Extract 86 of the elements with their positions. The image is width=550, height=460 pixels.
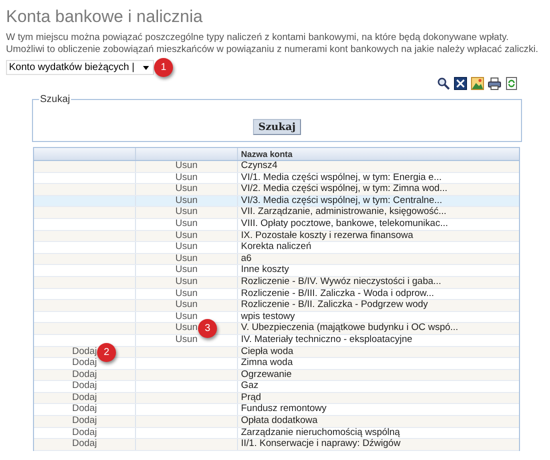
account-name: II/1. Konserwacje i naprawy: Dźwigów: [241, 438, 400, 450]
add-link[interactable]: Dodaj: [72, 370, 97, 380]
search-legend: Szukaj: [39, 92, 72, 107]
remove-link[interactable]: Usun: [175, 172, 198, 184]
account-name: Rozliczenie - B/III. Zaliczka - Woda i odprow...: [241, 288, 434, 299]
remove-link[interactable]: Usun: [175, 334, 198, 346]
image-icon[interactable]: [471, 77, 484, 90]
table-row[interactable]: Usun Rozliczenie - B/IV. Wywóz nieczystości i gaba...: [34, 276, 519, 289]
table-row[interactable]: Usun Korekta naliczeń: [34, 242, 519, 254]
account-name: Rozliczenie - B/IV. Wywóz nieczystości i gaba...: [241, 276, 442, 287]
printer-icon[interactable]: [488, 77, 501, 90]
table-row[interactable]: Usun wpis testowy: [34, 312, 519, 324]
account-name: V. Ubezpieczenia (majątkowe budynku i OC wspó...: [241, 322, 458, 334]
account-name: a6: [241, 252, 252, 264]
remove-link[interactable]: Usun: [175, 207, 198, 218]
refresh-icon[interactable]: [505, 77, 518, 90]
table-row[interactable]: Dodaj Ogrzewanie: [34, 370, 519, 382]
account-name: Zimna woda: [241, 357, 293, 368]
dropdown-caret-icon: [143, 66, 149, 70]
account-name: Inne koszty: [241, 264, 290, 276]
add-link[interactable]: Dodaj: [72, 439, 97, 450]
table-row[interactable]: Dodaj Zimna woda: [34, 358, 519, 370]
remove-link[interactable]: Usun: [175, 242, 198, 253]
remove-link[interactable]: Usun: [175, 184, 198, 195]
page-title: Konta bankowe i nalicznia: [6, 6, 204, 28]
table-row[interactable]: Dodaj Fundusz remontowy: [34, 404, 519, 416]
add-link[interactable]: Dodaj: [72, 404, 97, 416]
remove-link[interactable]: Usun: [175, 276, 198, 288]
remove-link[interactable]: Usun: [175, 312, 198, 322]
add-link[interactable]: Dodaj: [72, 358, 97, 369]
table-row[interactable]: Usun Rozliczenie - B/II. Zaliczka - Podgrzew wody: [34, 300, 519, 312]
account-name: Korekta naliczeń: [241, 241, 312, 252]
account-name: Ogrzewanie: [241, 368, 292, 380]
add-link[interactable]: Dodaj: [72, 416, 97, 427]
remove-link[interactable]: Usun: [175, 218, 198, 230]
remove-link[interactable]: Usun: [175, 323, 198, 334]
remove-link[interactable]: Usun: [175, 265, 198, 276]
table-row[interactable]: Dodaj Opłata dodatkowa: [34, 416, 519, 428]
account-name: VI/2. Media części wspólnej, w tym: Zimna wod...: [241, 183, 448, 194]
account-name: Zarządzanie nieruchomością wspólną: [241, 426, 400, 438]
account-name: Rozliczenie - B/II. Zaliczka - Podgrzew wody: [241, 299, 428, 310]
table-row[interactable]: Usun Czynsz4: [34, 161, 519, 173]
description-text: W tym miejscu można powiązać poszczególne typy naliczeń z kontami bankowymi, na które będą dokonywane wpłaty. Umożliwi to obliczenie zobowiązań mieszkańców w powiązaniu z numerami kont bankowych na jakie należy wpłacać zaliczki.: [6, 32, 540, 56]
table-row[interactable]: Dodaj II/1. Konserwacje i naprawy: Dźwigów: [34, 439, 519, 451]
column-header: Nazwa konta: [240, 148, 294, 160]
account-name: Prąd: [241, 392, 262, 403]
table-row[interactable]: Usun VI/2. Media części wspólnej, w tym: Zimna wod...: [34, 184, 519, 196]
table-row[interactable]: Usun a6: [34, 254, 519, 266]
table-row[interactable]: Usun VII. Zarządzanie, administrowanie, księgowość...: [34, 207, 519, 219]
account-name: Gaz: [241, 380, 258, 392]
table-row[interactable]: Dodaj Zarządzanie nieruchomością wspólną: [34, 428, 519, 440]
add-link[interactable]: Dodaj: [72, 346, 97, 358]
remove-link[interactable]: Usun: [175, 196, 198, 206]
remove-link[interactable]: Usun: [175, 161, 198, 172]
table-row[interactable]: Dodaj Prąd: [34, 392, 519, 404]
table-row[interactable]: Dodaj Gaz: [34, 381, 519, 393]
remove-link[interactable]: Usun: [175, 300, 198, 311]
account-name: Czynsz4: [241, 160, 278, 171]
table-row[interactable]: Usun VI/3. Media części wspólnej, w tym: Centralne...: [34, 196, 519, 208]
remove-link[interactable]: Usun: [175, 254, 198, 264]
account-name: wpis testowy: [241, 310, 295, 322]
account-name: VII. Zarządzanie, administrowanie, księgowość...: [241, 206, 446, 218]
table-row[interactable]: Usun VI/1. Media części wspólnej, w tym: Energia e...: [34, 172, 519, 184]
table-row[interactable]: Usun VIII. Opłaty pocztowe, bankowe, telekomunikac...: [34, 218, 519, 231]
account-name: Fundusz remontowy: [241, 403, 327, 414]
table-row[interactable]: Usun IX. Pozostałe koszty i rezerwa finansowa: [34, 230, 519, 242]
account-name: Opłata dodatkowa: [241, 415, 318, 426]
add-link[interactable]: Dodaj: [72, 428, 97, 438]
add-link[interactable]: Dodaj: [72, 392, 97, 404]
account-name: IV. Materiały techniczno - eksploatacyjne: [241, 334, 412, 345]
remove-link[interactable]: Usun: [175, 230, 198, 242]
table-row[interactable]: Usun Rozliczenie - B/III. Zaliczka - Woda i odprow...: [34, 288, 519, 300]
table-row[interactable]: Usun IV. Materiały techniczno - eksploatacyjne: [34, 334, 519, 346]
search-button[interactable]: Szukaj: [253, 119, 301, 135]
table-row[interactable]: Usun Inne koszty: [34, 265, 519, 277]
spreadsheet-icon[interactable]: [454, 77, 467, 90]
account-name: Ciepła woda: [241, 346, 294, 356]
search-icon[interactable]: [437, 77, 450, 90]
step-marker: 1: [154, 58, 173, 77]
account-name: IX. Pozostałe koszty i rezerwa finansowa: [241, 230, 414, 241]
account-name: VI/3. Media części wspólnej, w tym: Centralne...: [241, 194, 442, 206]
account-name: VIII. Opłaty pocztowe, bankowe, telekomunikac...: [241, 218, 448, 229]
add-link[interactable]: Dodaj: [72, 381, 97, 392]
account-select[interactable]: Konto wydatków bieżących |: [6, 60, 154, 75]
account-name: VI/1. Media części wspólnej, w tym: Energia e...: [241, 172, 442, 183]
remove-link[interactable]: Usun: [175, 288, 198, 300]
